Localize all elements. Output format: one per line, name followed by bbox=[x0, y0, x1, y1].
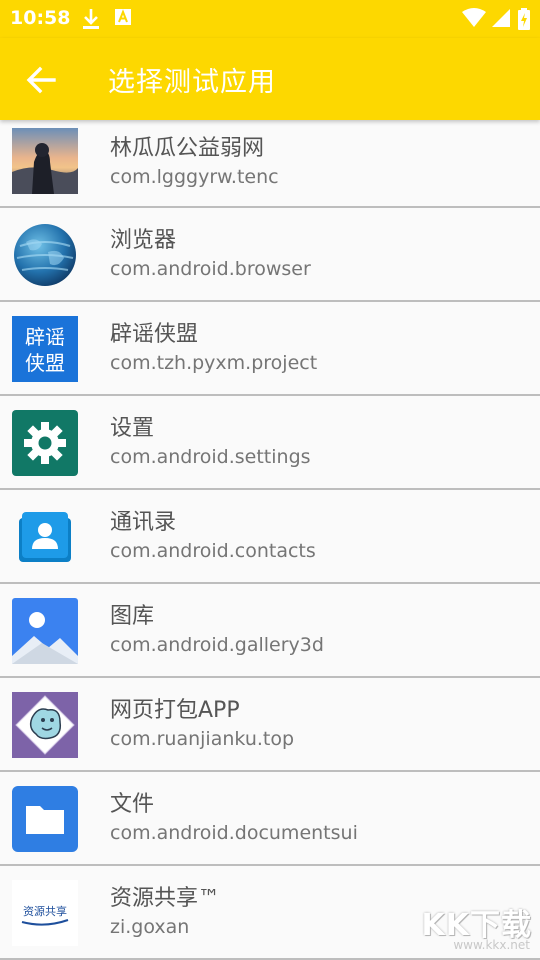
app-name: 林瓜瓜公益弱网 bbox=[110, 136, 265, 161]
notification-app-icon bbox=[115, 9, 131, 25]
app-package: com.android.settings bbox=[110, 446, 311, 468]
app-list-item[interactable]: 辟谣 侠盟 辟谣侠盟 com.tzh.pyxm.project bbox=[0, 302, 540, 396]
app-list-item[interactable]: 浏览器 com.android.browser bbox=[0, 208, 540, 302]
logo-text: 资源共享 bbox=[23, 904, 67, 918]
download-icon bbox=[83, 9, 99, 29]
app-package: com.ruanjianku.top bbox=[110, 728, 295, 750]
app-name: 设置 bbox=[110, 416, 155, 441]
app-name: 浏览器 bbox=[110, 228, 177, 253]
app-name: 辟谣侠盟 bbox=[110, 322, 199, 347]
back-arrow-icon[interactable] bbox=[22, 62, 62, 98]
app-package: com.android.browser bbox=[110, 258, 311, 280]
battery-charging-icon bbox=[518, 8, 530, 30]
logo-text-line2: 侠盟 bbox=[25, 351, 65, 375]
app-name: 图库 bbox=[110, 604, 155, 629]
app-package: com.android.contacts bbox=[110, 540, 316, 562]
photo-avatar-icon bbox=[12, 128, 78, 194]
globe-icon bbox=[14, 224, 76, 286]
app-package: com.android.gallery3d bbox=[110, 634, 324, 656]
app-bar: 选择测试应用 bbox=[0, 38, 540, 120]
logo-text-line1: 辟谣 bbox=[25, 325, 65, 349]
signal-icon bbox=[492, 9, 510, 27]
app-list-item[interactable]: 通讯录 com.android.contacts bbox=[0, 490, 540, 584]
watermark: KK下载 www.kkx.net bbox=[416, 898, 536, 958]
gear-icon bbox=[12, 410, 78, 476]
app-list-item[interactable]: 文件 com.android.documentsui bbox=[0, 772, 540, 866]
app-list-item[interactable]: 设置 com.android.settings bbox=[0, 396, 540, 490]
ziyuan-logo-icon: 资源共享 bbox=[12, 880, 78, 946]
watermark-url: www.kkx.net bbox=[453, 938, 530, 952]
app-name: 文件 bbox=[110, 792, 155, 817]
piyaoxiameng-logo-icon: 辟谣 侠盟 bbox=[12, 316, 78, 382]
app-package: zi.goxan bbox=[110, 916, 190, 938]
app-package: com.tzh.pyxm.project bbox=[110, 352, 318, 374]
status-time: 10:58 bbox=[10, 7, 71, 29]
app-list: 林瓜瓜公益弱网 com.lgggyrw.tenc 浏览器 com.android… bbox=[0, 120, 540, 960]
app-list-item[interactable]: 图库 com.android.gallery3d bbox=[0, 584, 540, 678]
app-package: com.android.documentsui bbox=[110, 822, 358, 844]
app-name: 资源共享™ bbox=[110, 886, 221, 911]
folder-icon bbox=[12, 786, 78, 852]
status-bar: 10:58 bbox=[0, 0, 540, 38]
app-list-item[interactable]: 林瓜瓜公益弱网 com.lgggyrw.tenc bbox=[0, 120, 540, 208]
contacts-icon bbox=[19, 512, 71, 562]
app-name: 通讯录 bbox=[110, 510, 177, 535]
app-package: com.lgggyrw.tenc bbox=[110, 166, 279, 188]
cartoon-dog-icon bbox=[12, 692, 78, 758]
app-name: 网页打包APP bbox=[110, 698, 240, 723]
gallery-icon bbox=[12, 598, 78, 664]
app-list-item[interactable]: 网页打包APP com.ruanjianku.top bbox=[0, 678, 540, 772]
page-title: 选择测试应用 bbox=[108, 67, 276, 98]
wifi-icon bbox=[462, 8, 486, 27]
